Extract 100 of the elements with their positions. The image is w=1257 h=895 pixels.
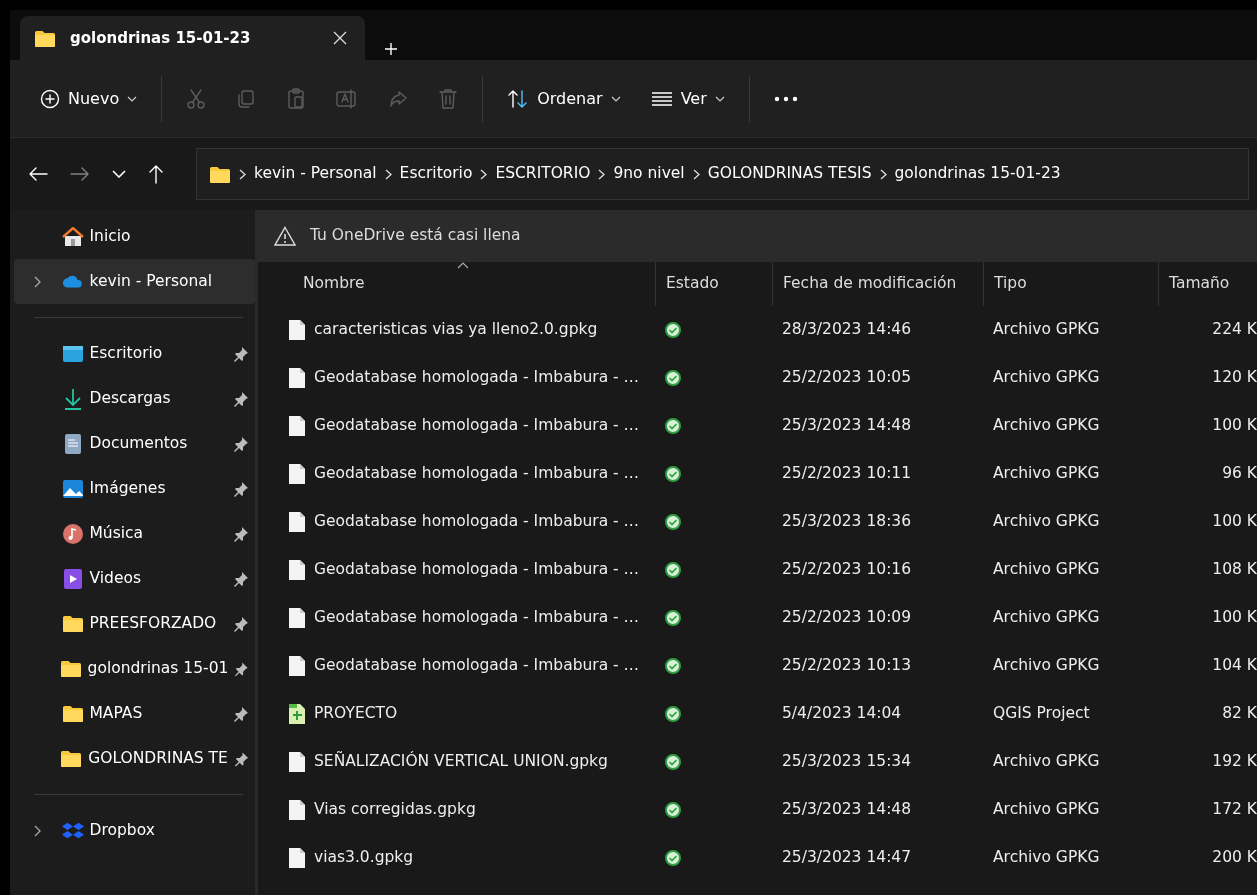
column-header[interactable]: Nombre (258, 262, 655, 306)
file-size: 200 K (1212, 848, 1257, 867)
sidebar-item[interactable]: Inicio (14, 214, 255, 259)
file-size: 100 K (1212, 608, 1257, 627)
tab-title: golondrinas 15-01-23 (70, 27, 252, 49)
date-modified: 25/3/2023 18:36 (782, 512, 912, 531)
folder-icon (59, 660, 82, 677)
sidebar-item[interactable]: PREESFORZADO (14, 601, 255, 646)
pin-icon (233, 570, 249, 587)
sidebar-item[interactable]: MAPAS (14, 691, 255, 736)
file-type: Archivo GPKG (993, 800, 1100, 819)
file-type: Archivo GPKG (993, 368, 1100, 387)
column-header[interactable]: Estado (655, 262, 772, 306)
sidebar-item[interactable]: Imágenes (14, 466, 255, 511)
box-icon (61, 820, 84, 841)
file-icon (288, 799, 306, 821)
file-icon (288, 319, 306, 341)
date-modified: 25/3/2023 14:48 (782, 416, 912, 435)
file-icon (288, 415, 306, 437)
sidebar-item[interactable]: Escritorio (14, 331, 255, 376)
breadcrumb[interactable]: GOLONDRINAS TESIS (707, 162, 872, 186)
monitor-icon (61, 344, 84, 363)
sidebar-item[interactable]: Documentos (14, 421, 255, 466)
pin-icon (233, 705, 249, 722)
chevron-right-icon (33, 824, 41, 837)
arrow-left-icon (28, 166, 48, 182)
sidebar-item[interactable]: Dropbox (14, 808, 255, 853)
sidebar-item[interactable]: golondrinas 15-01 (14, 646, 255, 691)
file-type: Archivo GPKG (993, 848, 1100, 867)
column-header[interactable]: Fecha de modificación (772, 262, 983, 306)
breadcrumb[interactable]: Escritorio (399, 162, 473, 186)
date-modified: 25/2/2023 10:11 (782, 464, 912, 483)
sort-button[interactable]: Ordenar (495, 76, 633, 121)
file-icon (288, 607, 306, 629)
chevron-right-icon (33, 275, 41, 288)
file-name: Geodatabase homologada - Imbabura - … (314, 367, 640, 389)
file-name: Vias corregidas.gpkg (314, 799, 476, 821)
sidebar-item[interactable]: Descargas (14, 376, 255, 421)
file-icon (288, 463, 306, 485)
sidebar-item[interactable]: kevin - Personal (14, 259, 255, 304)
breadcrumb[interactable]: golondrinas 15-01-23 (894, 162, 1061, 186)
project-file-icon (288, 703, 306, 725)
breadcrumb[interactable]: ESCRITORIO (495, 162, 591, 186)
address-bar[interactable]: kevin - Personal Escritorio ESCRITORIO 9no nivel GOLONDRINAS TESIS golondrinas 15-01-23 (196, 148, 1249, 200)
pin-icon (233, 390, 249, 407)
picture-icon (61, 478, 84, 499)
pin-icon (233, 750, 249, 767)
file-icon (288, 367, 306, 389)
pin-icon (234, 660, 249, 677)
file-type: Archivo GPKG (993, 560, 1100, 579)
chevron-down-icon (112, 170, 126, 178)
file-type: Archivo GPKG (993, 320, 1100, 339)
new-button[interactable]: Nuevo (28, 76, 150, 121)
file-icon (288, 511, 306, 533)
pin-icon (233, 435, 249, 452)
breadcrumb[interactable]: kevin - Personal (254, 162, 377, 186)
sidebar-item[interactable]: Videos (14, 556, 255, 601)
folder-icon (61, 705, 84, 722)
sort-caret-icon (456, 262, 469, 269)
date-modified: 25/3/2023 15:34 (782, 752, 912, 771)
folder-icon (34, 29, 56, 47)
file-size: 104 K (1212, 656, 1257, 675)
folder-icon (61, 615, 84, 632)
cloud-icon (61, 274, 84, 289)
file-size: 108 K (1212, 560, 1257, 579)
file-name: caracteristicas vias ya lleno2.0.gpkg (314, 319, 598, 341)
notice-text: Tu OneDrive está casi llena (310, 225, 521, 247)
file-size: 82 K (1222, 704, 1257, 723)
breadcrumb[interactable]: 9no nivel (613, 162, 685, 186)
sidebar-item[interactable]: GOLONDRINAS TE (14, 736, 255, 781)
arrow-right-icon (70, 166, 90, 182)
view-button[interactable]: Ver (638, 76, 737, 121)
file-name: Geodatabase homologada - Imbabura - … (314, 511, 640, 533)
file-name: PROYECTO (314, 703, 398, 725)
file-type: Archivo GPKG (993, 608, 1100, 627)
date-modified: 25/2/2023 10:05 (782, 368, 912, 387)
video-icon (62, 567, 83, 590)
folder-icon (209, 165, 231, 183)
file-name: Geodatabase homologada - Imbabura - … (314, 463, 640, 485)
date-modified: 25/2/2023 10:13 (782, 656, 912, 675)
column-header[interactable]: Tipo (983, 262, 1158, 306)
warning-icon (274, 226, 296, 246)
date-modified: 25/2/2023 10:16 (782, 560, 912, 579)
file-name: Geodatabase homologada - Imbabura - … (314, 415, 640, 437)
column-header[interactable]: Tamaño (1158, 262, 1257, 306)
file-icon (288, 751, 306, 773)
pin-icon (233, 525, 249, 542)
file-size: 96 K (1222, 464, 1257, 483)
sidebar-item[interactable]: Música (14, 511, 255, 556)
date-modified: 25/2/2023 10:09 (782, 608, 912, 627)
pin-icon (233, 480, 249, 497)
date-modified: 28/3/2023 14:46 (782, 320, 912, 339)
file-type: Archivo GPKG (993, 512, 1100, 531)
file-icon (288, 655, 306, 677)
window-tab[interactable]: golondrinas 15-01-23 (20, 16, 365, 60)
file-icon (288, 559, 306, 581)
file-name: SEÑALIZACIÓN VERTICAL UNION.gpkg (314, 750, 608, 773)
chevron-right-icon (384, 168, 392, 180)
document-icon (63, 432, 82, 455)
file-type: Archivo GPKG (993, 752, 1100, 771)
